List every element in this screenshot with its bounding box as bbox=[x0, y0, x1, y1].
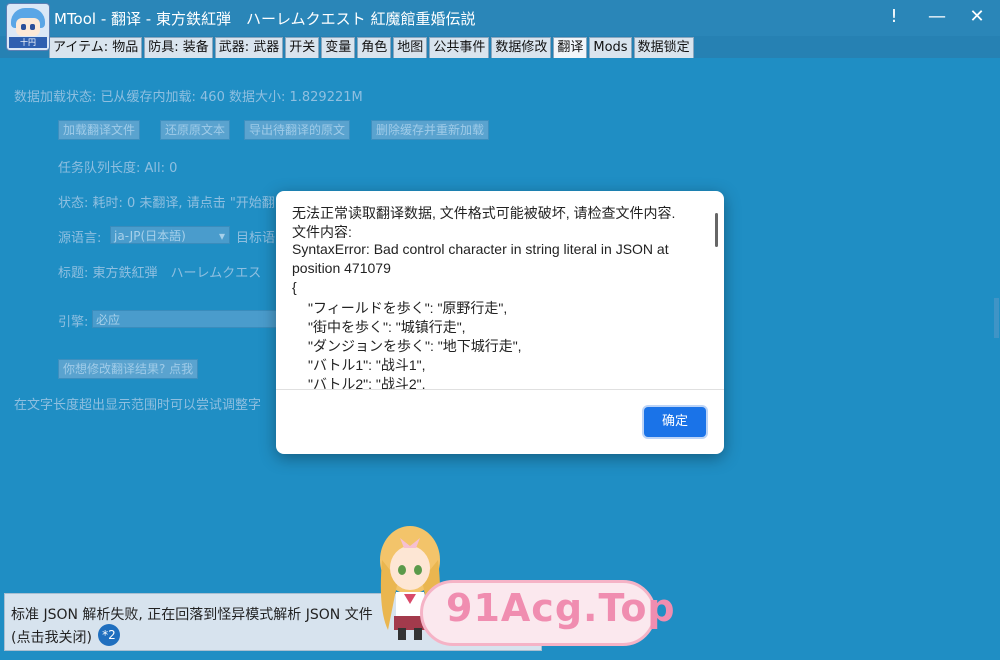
source-language-value: ja-JP(日本語) bbox=[114, 229, 186, 243]
window-title: MTool - 翻译 - 東方鉄紅弾 ハーレムクエスト 紅魔館重婚伝説 bbox=[54, 10, 476, 28]
minimize-button[interactable]: — bbox=[920, 4, 954, 30]
queue-length-text: 任务队列长度: All: 0 bbox=[58, 161, 178, 176]
modify-result-button[interactable]: 你想修改翻译结果? 点我 bbox=[58, 359, 199, 379]
panel-scrollbar[interactable] bbox=[994, 298, 999, 338]
load-status-text: 数据加载状态: 已从缓存内加载: 460 数据大小: 1.829221M bbox=[14, 90, 363, 105]
source-language-label: 源语言: bbox=[58, 231, 102, 246]
dialog-code-line: "バトル1": "战斗1", bbox=[308, 357, 426, 373]
app-logo-icon: 十円 bbox=[6, 3, 50, 51]
export-pending-button[interactable]: 导出待翻译的原文 bbox=[244, 120, 351, 140]
dialog-content-label: 文件内容: bbox=[292, 224, 352, 240]
dialog-syntax-error: SyntaxError: Bad control character in st… bbox=[292, 241, 669, 257]
toast-close-hint[interactable]: (点击我关闭) bbox=[11, 627, 92, 647]
tab-2[interactable]: 武器: 武器 bbox=[214, 37, 284, 58]
status-text: 状态: 耗时: 0 未翻译, 请点击 "开始翻 bbox=[58, 196, 275, 211]
tab-list: アイテム: 物品 防具: 装备 武器: 武器 开关 变量 角色 地图 公共事件 数据修改 翻译 Mo… bbox=[49, 37, 694, 58]
dialog-position: position 471079 bbox=[292, 260, 391, 276]
watermark-text: 91Acg.Top bbox=[446, 586, 676, 630]
dialog-brace: { bbox=[292, 279, 297, 295]
dialog-message: 无法正常读取翻译数据, 文件格式可能被破坏, 请检查文件内容. 文件内容: Sy… bbox=[276, 191, 724, 390]
dialog-code-line: "フィールドを歩く": "原野行走", bbox=[308, 300, 508, 316]
dialog-error-line: 无法正常读取翻译数据, 文件格式可能被破坏, 请检查文件内容. bbox=[292, 205, 676, 221]
error-dialog: 无法正常读取翻译数据, 文件格式可能被破坏, 请检查文件内容. 文件内容: Sy… bbox=[276, 191, 724, 454]
title-bar: 十円 MTool - 翻译 - 東方鉄紅弾 ハーレムクエスト 紅魔館重婚伝説 !… bbox=[0, 0, 1000, 51]
dialog-code-line: "ダンジョンを歩く": "地下城行走", bbox=[308, 338, 522, 354]
close-button[interactable]: ✕ bbox=[960, 4, 994, 30]
tab-4[interactable]: 变量 bbox=[321, 37, 356, 58]
target-language-label: 目标语 bbox=[236, 231, 276, 246]
game-title-text: 标题: 東方鉄紅弾 ハーレムクエス bbox=[58, 266, 262, 281]
chevron-down-icon: ▾ bbox=[218, 229, 225, 243]
dialog-code-line: "街中を歩く": "城镇行走", bbox=[308, 319, 466, 335]
alert-icon[interactable]: ! bbox=[877, 4, 911, 30]
overflow-hint-text: 在文字长度超出显示范围时可以尝试调整字 bbox=[14, 398, 262, 413]
watermark: 91Acg.Top bbox=[350, 520, 675, 660]
app-logo-badge: 十円 bbox=[9, 37, 47, 48]
mtool-window: 十円 MTool - 翻译 - 東方鉄紅弾 ハーレムクエスト 紅魔館重婚伝説 !… bbox=[0, 0, 1000, 660]
toast-count-badge: *2 bbox=[98, 624, 120, 646]
tab-7[interactable]: 公共事件 bbox=[429, 37, 490, 58]
ok-button[interactable]: 确定 bbox=[644, 407, 706, 437]
dialog-scrollbar[interactable] bbox=[708, 213, 718, 389]
tab-bar: アイテム: 物品 防具: 装备 武器: 武器 开关 变量 角色 地图 公共事件 数据修改 翻译 Mo… bbox=[0, 36, 1000, 58]
toast-message: 标准 JSON 解析失败, 正在回落到怪异模式解析 JSON 文件 bbox=[11, 607, 373, 623]
tab-8[interactable]: 数据修改 bbox=[491, 37, 552, 58]
engine-select[interactable]: 必应 bbox=[92, 310, 282, 328]
tab-6[interactable]: 地图 bbox=[393, 37, 428, 58]
clear-cache-button[interactable]: 删除缓存并重新加载 bbox=[371, 120, 490, 140]
tab-1[interactable]: 防具: 装备 bbox=[144, 37, 213, 58]
tab-0[interactable]: アイテム: 物品 bbox=[49, 37, 143, 58]
tab-10[interactable]: Mods bbox=[589, 37, 632, 58]
tab-11[interactable]: 数据锁定 bbox=[633, 37, 694, 58]
dialog-scroll-thumb[interactable] bbox=[715, 213, 718, 247]
restore-original-button[interactable]: 还原原文本 bbox=[160, 120, 231, 140]
source-language-select[interactable]: ja-JP(日本語) ▾ bbox=[110, 226, 230, 244]
dialog-code-line: "バトル2": "战斗2", bbox=[308, 376, 426, 390]
tab-5[interactable]: 角色 bbox=[357, 37, 392, 58]
load-translation-button[interactable]: 加载翻译文件 bbox=[58, 120, 141, 140]
engine-label: 引擎: bbox=[58, 315, 89, 330]
tab-3[interactable]: 开关 bbox=[285, 37, 320, 58]
tab-9[interactable]: 翻译 bbox=[553, 37, 588, 58]
